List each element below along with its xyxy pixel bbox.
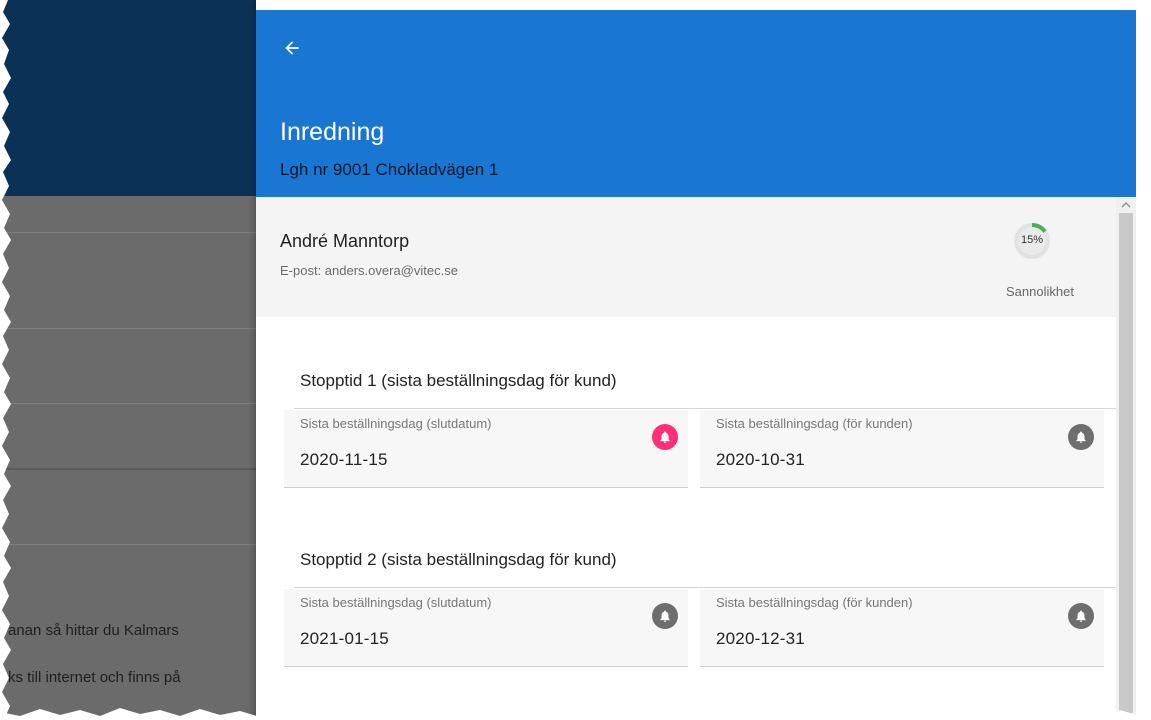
bell-icon xyxy=(1076,431,1086,443)
field-value: 2020-11-15 xyxy=(300,450,388,469)
probability-label: Sannolikhet xyxy=(1006,284,1074,299)
reminder-bell-button[interactable] xyxy=(652,424,678,450)
date-field-slutdatum[interactable]: Sista beställningsdag (slutdatum) 2020-1… xyxy=(284,410,688,488)
page-title: Inredning xyxy=(280,118,385,146)
field-label: Sista beställningsdag (slutdatum) xyxy=(300,595,492,610)
bell-icon xyxy=(660,610,670,622)
detail-panel: Inredning Lgh nr 9001 Chokladvägen 1 And… xyxy=(256,0,1136,720)
bell-icon xyxy=(660,431,670,443)
section-divider xyxy=(294,408,1122,409)
torn-edge-decoration xyxy=(0,0,11,720)
background-overlay: anan så hittar du Kalmars ks till intern… xyxy=(0,0,256,720)
background-divider xyxy=(0,328,256,329)
date-field-for-kunden[interactable]: Sista beställningsdag (för kunden) 2020-… xyxy=(700,410,1104,488)
vertical-scrollbar[interactable] xyxy=(1116,197,1136,720)
scrollbar-thumb[interactable] xyxy=(1119,213,1133,713)
background-divider xyxy=(0,232,256,233)
section-divider xyxy=(294,587,1122,588)
background-divider xyxy=(0,403,256,404)
reminder-bell-button[interactable] xyxy=(652,603,678,629)
probability-value: 15% xyxy=(1020,234,1044,246)
field-label: Sista beställningsdag (för kunden) xyxy=(716,595,913,610)
section-title-stopptid-2: Stopptid 2 (sista beställningsdag för ku… xyxy=(300,550,617,569)
torn-edge-decoration xyxy=(0,708,1151,720)
date-field-slutdatum[interactable]: Sista beställningsdag (slutdatum) 2021-0… xyxy=(284,589,688,667)
field-label: Sista beställningsdag (slutdatum) xyxy=(300,416,492,431)
back-button[interactable] xyxy=(276,32,308,64)
field-value: 2020-10-31 xyxy=(716,450,805,469)
page-subtitle: Lgh nr 9001 Chokladvägen 1 xyxy=(280,160,499,179)
background-text-line: anan så hittar du Kalmars xyxy=(8,622,179,639)
reminder-bell-button[interactable] xyxy=(1068,603,1094,629)
field-value: 2020-12-31 xyxy=(716,629,805,648)
customer-email: E-post: anders.overa@vitec.se xyxy=(280,263,458,278)
customer-card: André Manntorp E-post: anders.overa@vite… xyxy=(256,197,1132,317)
chevron-up-icon[interactable] xyxy=(1120,199,1132,211)
background-divider xyxy=(0,544,256,545)
customer-name: André Manntorp xyxy=(280,231,410,251)
field-label: Sista beställningsdag (för kunden) xyxy=(716,416,913,431)
arrow-left-icon xyxy=(285,41,299,55)
field-value: 2021-01-15 xyxy=(300,629,389,648)
page-edge xyxy=(1136,0,1151,720)
background-header xyxy=(0,0,256,196)
background-divider xyxy=(0,468,256,470)
panel-header: Inredning Lgh nr 9001 Chokladvägen 1 xyxy=(256,10,1136,197)
section-title-stopptid-1: Stopptid 1 (sista beställningsdag för ku… xyxy=(300,371,617,390)
reminder-bell-button[interactable] xyxy=(1068,424,1094,450)
bell-icon xyxy=(1076,610,1086,622)
date-field-for-kunden[interactable]: Sista beställningsdag (för kunden) 2020-… xyxy=(700,589,1104,667)
background-text-line: ks till internet och finns på xyxy=(8,669,181,686)
